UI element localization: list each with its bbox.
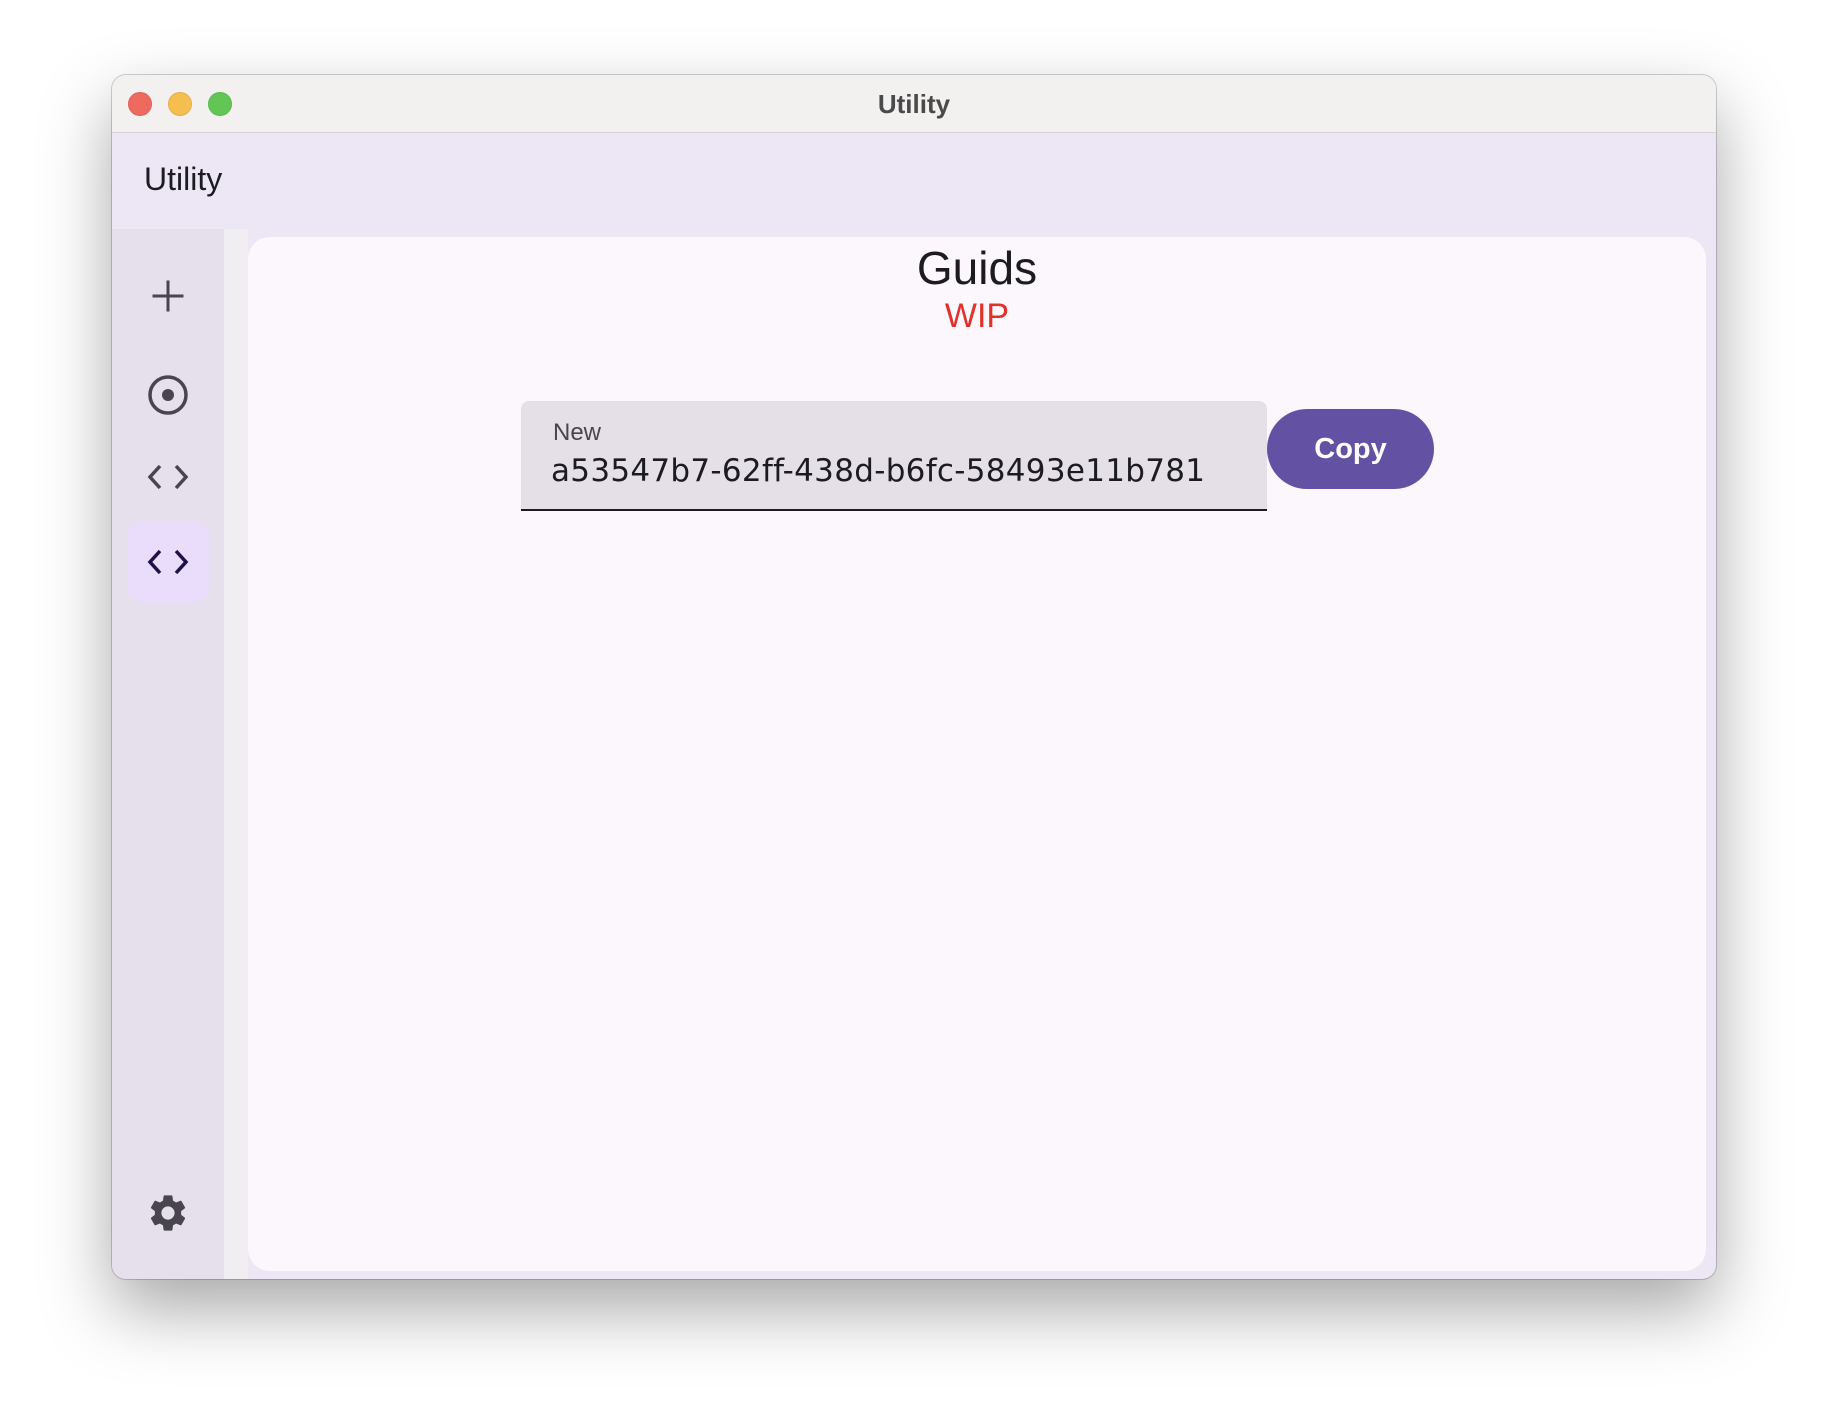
- rail-item-radio[interactable]: [127, 354, 209, 436]
- add-icon: [152, 280, 184, 312]
- gear-icon: [150, 1195, 186, 1231]
- code-icon: [147, 464, 189, 490]
- app-bar: Utility: [112, 133, 1716, 229]
- window-titlebar: Utility: [112, 75, 1716, 133]
- code-icon: [147, 549, 189, 575]
- rail-divider: [224, 229, 248, 1279]
- rail-item-guids[interactable]: [127, 521, 209, 603]
- rail-add-button[interactable]: [127, 255, 209, 337]
- app-title: Utility: [144, 161, 223, 197]
- wip-label: WIP: [944, 297, 1010, 335]
- guids-page: Guids WIP New Copy: [248, 237, 1706, 1271]
- guid-input[interactable]: [551, 453, 1251, 489]
- guid-field[interactable]: New: [521, 401, 1267, 511]
- radio-button-icon: [148, 375, 188, 415]
- navigation-rail: [112, 229, 224, 1279]
- window-title: Utility: [877, 89, 951, 119]
- rail-settings-button[interactable]: [127, 1172, 209, 1254]
- guid-field-label: New: [553, 419, 602, 446]
- rail-item-code[interactable]: [127, 436, 209, 518]
- page-title: Guids: [916, 242, 1038, 294]
- copy-button[interactable]: Copy: [1267, 409, 1434, 489]
- app-window: Utility Utility Guids WIP New a53547b7-6…: [112, 75, 1716, 1279]
